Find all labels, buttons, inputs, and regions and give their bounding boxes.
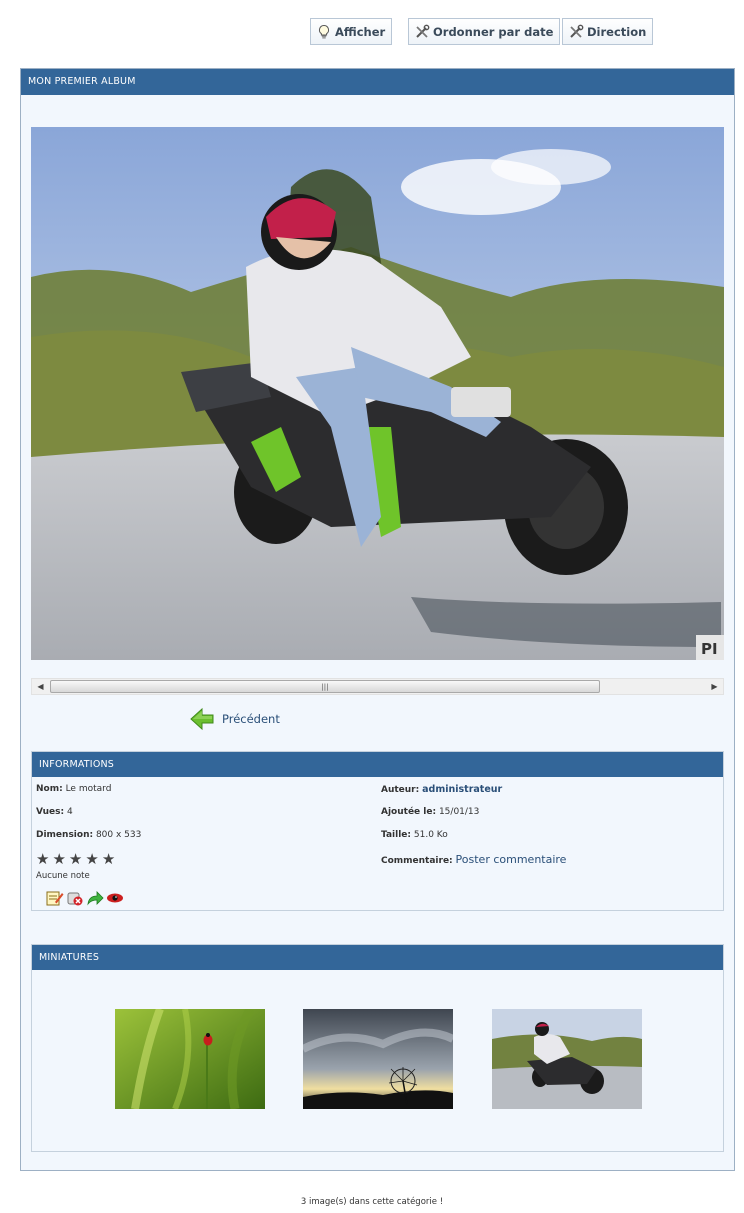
- views-row: Vues: 4: [36, 807, 73, 817]
- toolbar: Afficher Ordonner par date Direction: [0, 18, 744, 45]
- informations-panel: INFORMATIONS Nom: Le motard Auteur: admi…: [31, 751, 724, 911]
- view-eye-icon[interactable]: [106, 890, 124, 906]
- direction-button[interactable]: Direction: [562, 18, 654, 45]
- share-arrow-icon[interactable]: [86, 890, 104, 906]
- tools-icon: [416, 24, 430, 38]
- star-icon[interactable]: ★: [102, 852, 115, 867]
- tools-icon: [570, 24, 584, 38]
- direction-button-label: Direction: [587, 24, 647, 39]
- informations-title: INFORMATIONS: [32, 752, 723, 777]
- comment-label: Commentaire:: [381, 856, 453, 866]
- author-row: Auteur: administrateur: [381, 784, 502, 795]
- miniatures-panel: MINIATURES: [31, 944, 724, 1152]
- dimension-value: 800 x 533: [95, 830, 142, 840]
- ladybug-thumbnail[interactable]: [115, 1009, 265, 1109]
- motorcycle-photo: PI: [31, 127, 724, 660]
- star-icon[interactable]: ★: [85, 852, 98, 867]
- scroll-left-arrow-icon[interactable]: ◀: [32, 679, 49, 694]
- motorcycle-thumbnail[interactable]: [492, 1009, 642, 1109]
- show-button-label: Afficher: [335, 24, 386, 39]
- added-row: Ajoutée le: 15/01/13: [381, 807, 479, 817]
- album-title: MON PREMIER ALBUM: [21, 69, 734, 95]
- rating-stars[interactable]: ★ ★ ★ ★ ★: [36, 852, 115, 867]
- previous-label: Précédent: [222, 712, 280, 726]
- added-label: Ajoutée le:: [381, 807, 437, 817]
- size-row: Taille: 51.0 Ko: [381, 830, 448, 840]
- dimension-row: Dimension: 800 x 533: [36, 830, 141, 840]
- previous-link[interactable]: Précédent: [189, 706, 280, 732]
- views-value: 4: [67, 807, 73, 817]
- sort-by-date-button[interactable]: Ordonner par date: [408, 18, 561, 45]
- author-label: Auteur:: [381, 785, 420, 795]
- dimension-label: Dimension:: [36, 830, 94, 840]
- dandelion-sunset-thumbnail[interactable]: [303, 1009, 453, 1109]
- sort-button-label: Ordonner par date: [433, 24, 554, 39]
- name-row: Nom: Le motard: [36, 784, 111, 794]
- rating-text: Aucune note: [36, 871, 90, 881]
- views-label: Vues:: [36, 807, 65, 817]
- image-count-text: 3 image(s) dans cette catégorie !: [300, 1197, 444, 1207]
- scrollbar-thumb[interactable]: |||: [50, 680, 600, 693]
- added-value: 15/01/13: [438, 807, 480, 817]
- album-panel: MON PREMIER ALBUM PI ◀ ||| ▶ Précédent I…: [20, 68, 735, 1171]
- show-button[interactable]: Afficher: [310, 18, 393, 45]
- lightbulb-icon: [318, 24, 330, 38]
- photo-actions: [46, 890, 124, 906]
- star-icon[interactable]: ★: [69, 852, 82, 867]
- edit-icon[interactable]: [46, 890, 64, 906]
- horizontal-scrollbar[interactable]: ◀ ||| ▶: [31, 678, 724, 695]
- arrow-left-icon: [190, 707, 214, 731]
- size-label: Taille:: [381, 830, 412, 840]
- size-value: 51.0 Ko: [413, 830, 448, 840]
- photo-watermark: PI: [701, 640, 718, 658]
- comment-row: Commentaire: Poster commentaire: [381, 853, 566, 866]
- delete-icon[interactable]: [66, 890, 84, 906]
- author-link[interactable]: administrateur: [422, 784, 502, 795]
- star-icon[interactable]: ★: [52, 852, 65, 867]
- name-value: Le motard: [65, 784, 112, 794]
- name-label: Nom:: [36, 784, 63, 794]
- post-comment-link[interactable]: Poster commentaire: [456, 853, 567, 866]
- scroll-right-arrow-icon[interactable]: ▶: [706, 679, 723, 694]
- main-photo[interactable]: PI: [31, 127, 724, 660]
- star-icon[interactable]: ★: [36, 852, 49, 867]
- miniatures-title: MINIATURES: [32, 945, 723, 970]
